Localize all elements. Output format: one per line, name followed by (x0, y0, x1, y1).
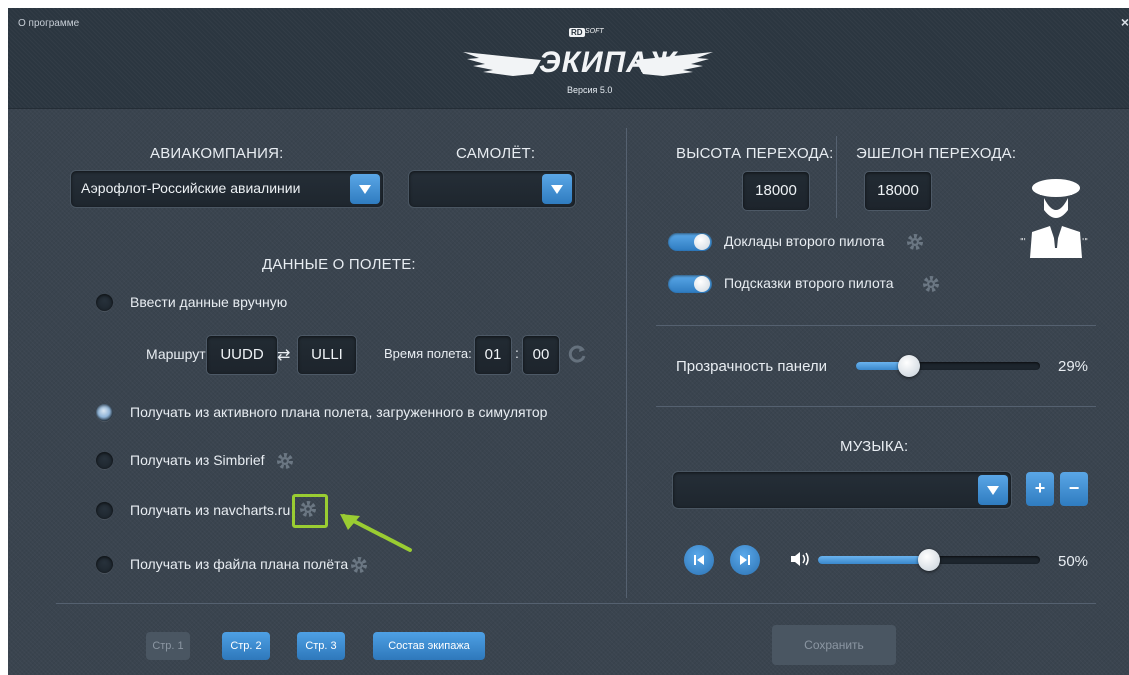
copilot-hints-toggle[interactable] (668, 275, 712, 293)
volume-thumb[interactable] (918, 549, 940, 571)
airline-label: АВИАКОМПАНИЯ: (150, 145, 284, 162)
page-2-button[interactable]: Стр. 2 (222, 632, 270, 660)
transition-level-field[interactable]: 18000 (864, 171, 932, 211)
right-wing-icon (635, 52, 713, 76)
navcharts-settings-gear-icon[interactable] (299, 500, 317, 518)
aircraft-dropdown-arrow-icon[interactable] (542, 174, 572, 204)
volume-slider[interactable] (818, 549, 1040, 571)
copilot-reports-toggle[interactable] (668, 233, 712, 251)
file-settings-gear-icon[interactable] (350, 556, 368, 574)
airline-dropdown-arrow-icon[interactable] (350, 174, 380, 204)
transition-altitude-field[interactable]: 18000 (742, 171, 810, 211)
copilot-reports-label: Доклады второго пилота (724, 233, 885, 249)
page-1-button[interactable]: Стр. 1 (146, 632, 190, 660)
music-label: МУЗЫКА: (840, 438, 909, 455)
right-divider-2 (656, 406, 1096, 407)
volume-value: 50% (1058, 553, 1089, 570)
transition-level-label: ЭШЕЛОН ПЕРЕХОДА: (856, 145, 1017, 162)
about-link[interactable]: О программе (18, 18, 79, 29)
transition-altitude-label: ВЫСОТА ПЕРЕХОДА: (676, 145, 834, 162)
panel-opacity-value: 29% (1058, 358, 1089, 375)
flight-time-separator: : (515, 345, 519, 361)
reset-time-icon[interactable] (567, 344, 587, 364)
airline-select-value: Аэрофлот-Российские авиалинии (81, 180, 301, 196)
right-divider-1 (656, 325, 1096, 326)
copilot-reports-gear-icon[interactable] (906, 233, 924, 251)
previous-track-icon (694, 555, 704, 565)
music-track-select[interactable] (672, 471, 1012, 509)
close-button[interactable]: × (1121, 14, 1129, 30)
footer-divider (56, 603, 1096, 604)
radio-file[interactable] (96, 556, 113, 573)
option-file-label[interactable]: Получать из файла плана полёта (130, 556, 348, 572)
panel-opacity-label: Прозрачность панели (676, 358, 828, 375)
route-to-field[interactable]: ULLI (297, 335, 357, 375)
settings-window: О программе × RD SOFT ЭКИПАЖ Версия 5.0 … (8, 8, 1129, 675)
panel-opacity-slider[interactable] (856, 355, 1040, 377)
route-label: Маршрут: (146, 346, 210, 362)
flight-time-hours-field[interactable]: 01 (474, 335, 512, 375)
copilot-hints-gear-icon[interactable] (922, 275, 940, 293)
option-navcharts-label[interactable]: Получать из navcharts.ru (130, 502, 290, 518)
next-track-button[interactable] (730, 545, 760, 575)
previous-track-button[interactable] (684, 545, 714, 575)
panel-opacity-thumb[interactable] (898, 355, 921, 377)
highlight-arrow-icon (340, 514, 412, 552)
volume-fill (818, 556, 929, 564)
aircraft-select[interactable] (408, 170, 576, 208)
remove-track-button[interactable]: − (1060, 472, 1088, 506)
pilot-avatar-icon: "' '" (1020, 179, 1088, 258)
flight-time-label: Время полета: (384, 346, 472, 361)
music-dropdown-arrow-icon[interactable] (978, 475, 1008, 505)
radio-navcharts[interactable] (96, 502, 113, 519)
airline-select[interactable]: Аэрофлот-Российские авиалинии (70, 170, 384, 208)
page-3-button[interactable]: Стр. 3 (297, 632, 345, 660)
save-button[interactable]: Сохранить (772, 625, 896, 665)
add-track-button[interactable]: + (1026, 472, 1054, 506)
flight-data-label: ДАННЫЕ О ПОЛЕТЕ: (262, 256, 416, 273)
aircraft-label: САМОЛЁТ: (456, 145, 536, 162)
logo-soft-text: SOFT (585, 28, 604, 35)
next-track-icon (740, 555, 750, 565)
simbrief-settings-gear-icon[interactable] (276, 452, 294, 470)
header-bar: О программе × RD SOFT ЭКИПАЖ Версия 5.0 (8, 8, 1129, 109)
radio-sim[interactable] (96, 404, 113, 421)
option-simbrief-label[interactable]: Получать из Simbrief (130, 452, 265, 468)
svg-text:'": '" (1082, 237, 1088, 246)
radio-simbrief[interactable] (96, 452, 113, 469)
route-from-field[interactable]: UUDD (206, 335, 278, 375)
left-wing-icon (463, 52, 541, 76)
version-label: Версия 5.0 (567, 85, 613, 95)
app-logo: RD SOFT ЭКИПАЖ Версия 5.0 (463, 22, 713, 102)
svg-text:"': "' (1020, 237, 1026, 246)
route-swap-icon[interactable]: ⇄ (277, 345, 290, 365)
radio-manual[interactable] (96, 294, 113, 311)
logo-rd-badge: RD (569, 28, 585, 37)
option-manual-label[interactable]: Ввести данные вручную (130, 294, 287, 310)
column-divider (626, 128, 627, 598)
crew-composition-button[interactable]: Состав экипажа (373, 632, 485, 660)
flight-time-minutes-field[interactable]: 00 (522, 335, 560, 375)
transition-divider (836, 136, 837, 218)
volume-icon[interactable] (790, 551, 812, 567)
option-sim-label[interactable]: Получать из активного плана полета, загр… (130, 404, 547, 420)
copilot-hints-label: Подсказки второго пилота (724, 275, 894, 291)
